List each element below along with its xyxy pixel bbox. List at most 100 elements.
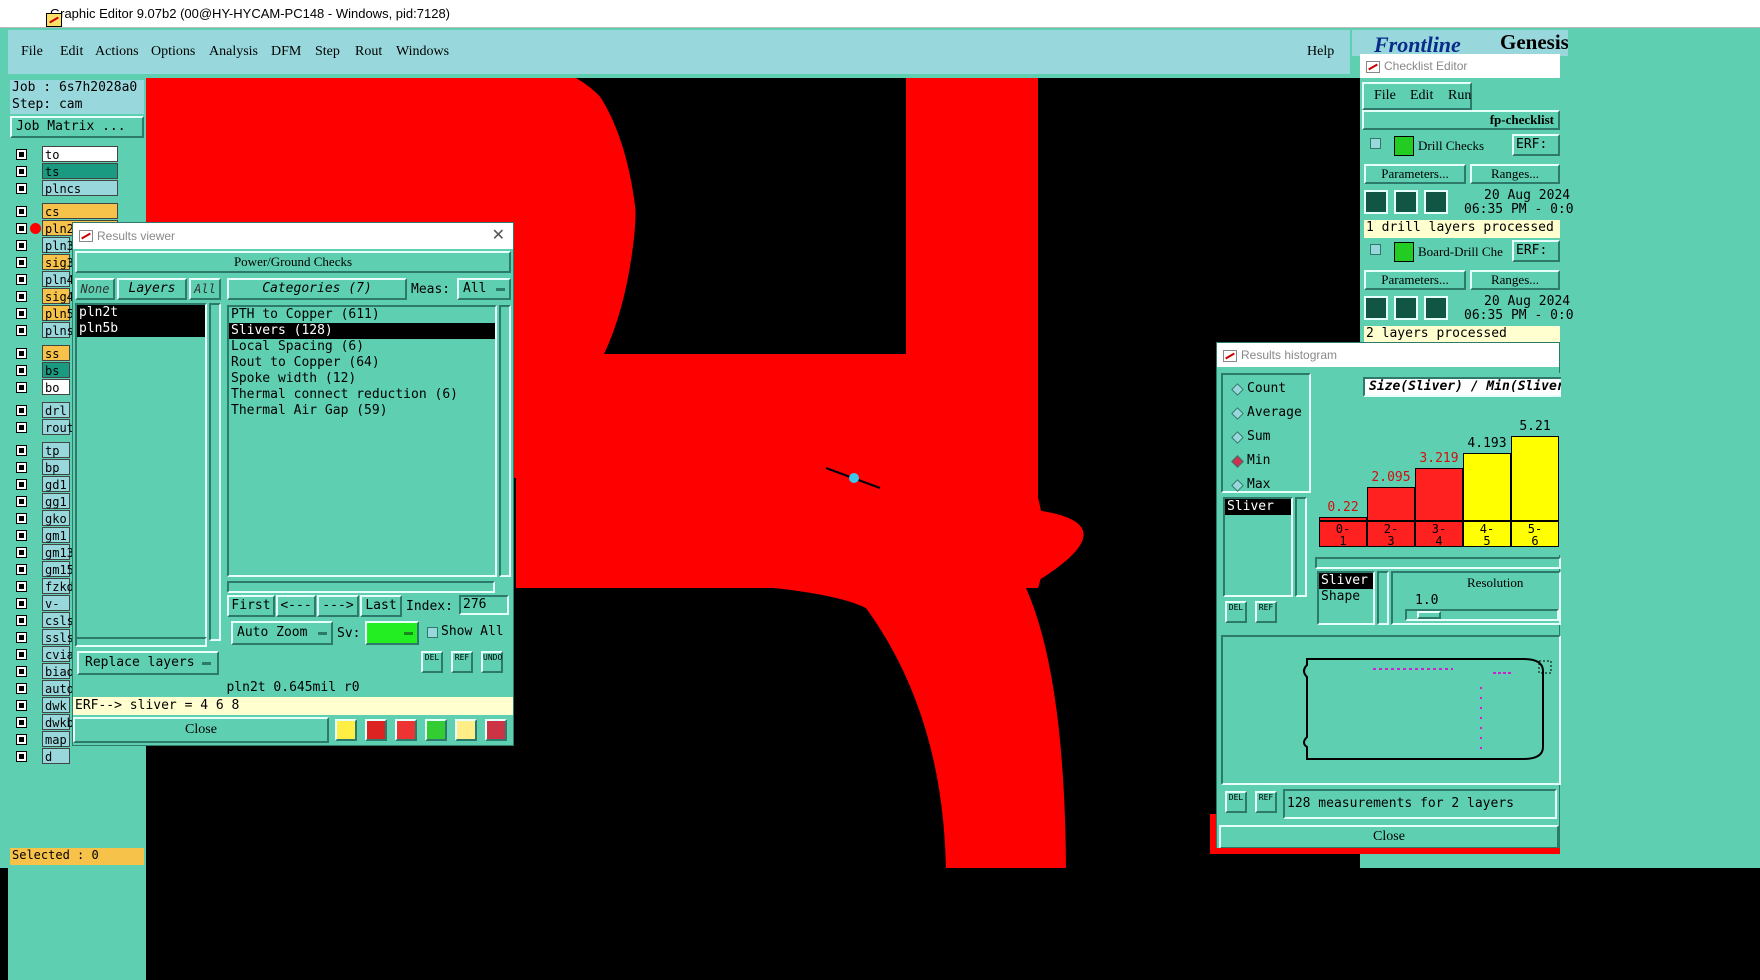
layer-name[interactable]: tp xyxy=(42,442,70,458)
layer-checkbox[interactable] xyxy=(16,257,27,268)
layer-checkbox[interactable] xyxy=(16,564,27,575)
screen-icon[interactable] xyxy=(365,719,387,741)
menu-help[interactable]: Help xyxy=(1307,44,1334,60)
layer-checkbox[interactable] xyxy=(16,223,27,234)
layer-checkbox[interactable] xyxy=(16,683,27,694)
layer-checkbox[interactable] xyxy=(16,422,27,433)
histogram-bar[interactable] xyxy=(1367,487,1415,521)
check-erf-field[interactable]: ERF: xyxy=(1512,134,1560,156)
layer-name[interactable]: fzkd xyxy=(42,578,74,594)
layer-checkbox[interactable] xyxy=(16,166,27,177)
layer-checkbox[interactable] xyxy=(16,496,27,507)
last-button[interactable]: Last xyxy=(360,595,402,617)
histogram-option-radio[interactable] xyxy=(1231,479,1244,492)
report-icon[interactable] xyxy=(455,719,477,741)
layer-name[interactable]: plns xyxy=(42,322,74,338)
layer-name[interactable]: sig3 xyxy=(42,254,74,270)
layer-checkbox[interactable] xyxy=(16,581,27,592)
layer-name[interactable]: ssls xyxy=(42,629,74,645)
histogram-hscrollbar[interactable] xyxy=(1315,557,1561,569)
shape-scrollbar[interactable] xyxy=(1377,571,1389,625)
layer-name[interactable]: sig4 xyxy=(42,288,74,304)
ref-icon[interactable]: REF xyxy=(1255,601,1277,623)
category-item[interactable]: PTH to Copper (611) xyxy=(229,307,495,323)
run-selected-icon[interactable] xyxy=(1394,296,1418,320)
category-hscrollbar[interactable] xyxy=(227,581,495,593)
menu-edit[interactable]: Edit xyxy=(60,44,83,60)
menu-rout[interactable]: Rout xyxy=(355,44,382,60)
layer-name[interactable]: v-cu xyxy=(42,595,70,627)
histogram-icon[interactable] xyxy=(485,719,507,741)
layer-name[interactable]: bp xyxy=(42,459,70,475)
histogram-option-average[interactable]: Average xyxy=(1247,405,1302,420)
layer-checkbox[interactable] xyxy=(16,530,27,541)
shape-item[interactable]: Shape xyxy=(1319,589,1373,605)
layer-row-d[interactable]: d xyxy=(14,748,144,765)
layer-checkbox[interactable] xyxy=(16,700,27,711)
replace-layers-dropdown[interactable]: Replace layers xyxy=(77,651,219,675)
show-all-checkbox[interactable] xyxy=(427,627,438,638)
layer-name[interactable]: pln5 xyxy=(42,305,74,321)
result-layer-list[interactable]: pln2t pln5b xyxy=(75,303,207,641)
checklist-menu-file[interactable]: File xyxy=(1374,88,1396,104)
layer-row-ts[interactable]: ts xyxy=(14,163,144,180)
cross-icon[interactable] xyxy=(395,719,417,741)
layer-name[interactable]: biao xyxy=(42,663,74,679)
layer-checkbox[interactable] xyxy=(16,206,27,217)
layer-name[interactable]: to xyxy=(42,146,118,162)
result-layer-item[interactable]: pln5b xyxy=(77,321,205,337)
histogram-option-radio[interactable] xyxy=(1231,455,1244,468)
layer-checkbox[interactable] xyxy=(16,274,27,285)
categories-button[interactable]: Categories (7) xyxy=(227,278,407,300)
layer-checkbox[interactable] xyxy=(16,462,27,473)
layer-checkbox[interactable] xyxy=(16,632,27,643)
layer-name[interactable]: auto xyxy=(42,680,74,696)
job-matrix-button[interactable]: Job Matrix ... xyxy=(10,116,144,138)
category-item[interactable]: Rout to Copper (64) xyxy=(229,355,495,371)
layer-name[interactable]: dwkb xyxy=(42,714,74,730)
close-button[interactable]: Close xyxy=(73,717,329,743)
layer-name[interactable]: cs xyxy=(42,203,118,219)
run-all-icon[interactable] xyxy=(1424,190,1448,214)
del-icon[interactable]: DEL xyxy=(421,651,443,673)
menu-windows[interactable]: Windows xyxy=(396,44,449,60)
category-item[interactable]: Thermal Air Gap (59) xyxy=(229,403,495,419)
sliver-marker[interactable] xyxy=(849,473,859,483)
ref-icon[interactable]: REF xyxy=(1255,791,1277,813)
slider-handle[interactable] xyxy=(1417,611,1441,619)
layer-name[interactable]: dwk xyxy=(42,697,70,713)
menu-actions[interactable]: Actions xyxy=(95,44,139,60)
meas-dropdown[interactable]: All xyxy=(457,278,511,300)
layer-checkbox[interactable] xyxy=(16,717,27,728)
layer-checkbox[interactable] xyxy=(16,751,27,762)
none-button[interactable]: None xyxy=(75,278,115,300)
layer-name[interactable]: gg1 xyxy=(42,493,70,509)
check-erf-field[interactable]: ERF: xyxy=(1512,240,1560,262)
histogram-close-button[interactable]: Close xyxy=(1219,825,1559,849)
resolution-slider[interactable] xyxy=(1405,609,1559,621)
category-item[interactable]: Thermal connect reduction (6) xyxy=(229,387,495,403)
index-input[interactable]: 276 xyxy=(459,595,509,615)
del-icon[interactable]: DEL xyxy=(1225,601,1247,623)
layer-checkbox[interactable] xyxy=(16,365,27,376)
undo-icon[interactable]: UNDO xyxy=(481,651,503,673)
histogram-option-radio[interactable] xyxy=(1231,407,1244,420)
layer-name[interactable]: bs xyxy=(42,362,70,378)
layer-checkbox[interactable] xyxy=(16,325,27,336)
layer-name[interactable]: ts xyxy=(42,163,118,179)
check-enabled-checkbox[interactable] xyxy=(1370,138,1381,149)
layer-checkbox[interactable] xyxy=(16,666,27,677)
histogram-option-min[interactable]: Min xyxy=(1247,453,1270,468)
category-list[interactable]: PTH to Copper (611) Slivers (128) Local Sp… xyxy=(227,305,497,577)
menu-dfm[interactable]: DFM xyxy=(271,44,301,60)
layer-name[interactable]: gm13 xyxy=(42,544,74,560)
ref-icon[interactable]: REF xyxy=(451,651,473,673)
layer-name[interactable]: gm15 xyxy=(42,561,74,577)
all-button[interactable]: All xyxy=(189,278,221,300)
layers-button[interactable]: Layers xyxy=(117,278,187,300)
histogram-bar[interactable] xyxy=(1511,436,1559,521)
histogram-option-radio[interactable] xyxy=(1231,383,1244,396)
layer-checkbox[interactable] xyxy=(16,479,27,490)
histogram-option-sum[interactable]: Sum xyxy=(1247,429,1270,444)
layer-name[interactable]: ss xyxy=(42,345,70,361)
